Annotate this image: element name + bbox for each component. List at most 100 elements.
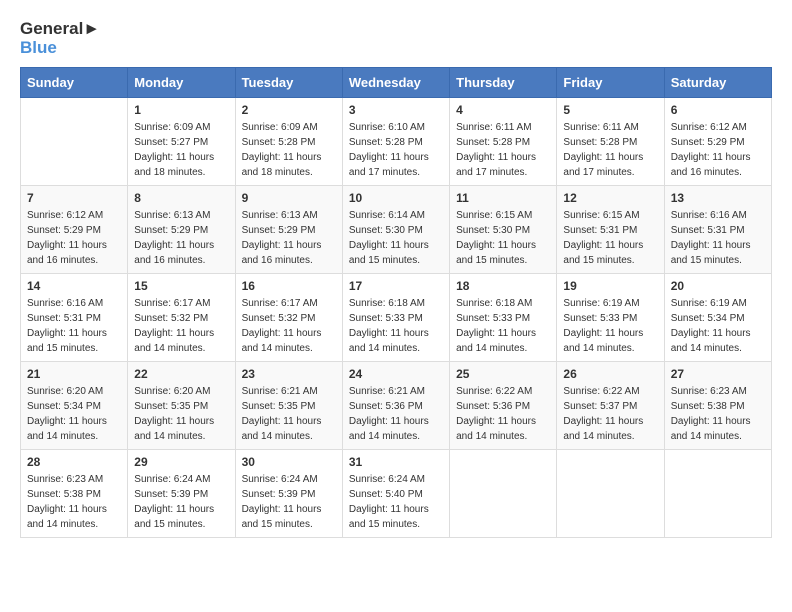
weekday-header: Saturday	[664, 68, 771, 98]
day-number: 18	[456, 279, 550, 293]
day-info: Sunrise: 6:09 AMSunset: 5:27 PMDaylight:…	[134, 120, 228, 180]
day-info: Sunrise: 6:21 AMSunset: 5:36 PMDaylight:…	[349, 384, 443, 444]
day-number: 17	[349, 279, 443, 293]
weekday-header: Tuesday	[235, 68, 342, 98]
day-number: 9	[242, 191, 336, 205]
day-number: 31	[349, 455, 443, 469]
day-number: 23	[242, 367, 336, 381]
day-number: 11	[456, 191, 550, 205]
calendar-cell: 2 Sunrise: 6:09 AMSunset: 5:28 PMDayligh…	[235, 98, 342, 186]
calendar-cell: 26 Sunrise: 6:22 AMSunset: 5:37 PMDaylig…	[557, 362, 664, 450]
calendar-cell: 16 Sunrise: 6:17 AMSunset: 5:32 PMDaylig…	[235, 274, 342, 362]
calendar-cell: 27 Sunrise: 6:23 AMSunset: 5:38 PMDaylig…	[664, 362, 771, 450]
day-info: Sunrise: 6:15 AMSunset: 5:31 PMDaylight:…	[563, 208, 657, 268]
day-number: 8	[134, 191, 228, 205]
calendar-cell: 18 Sunrise: 6:18 AMSunset: 5:33 PMDaylig…	[450, 274, 557, 362]
day-info: Sunrise: 6:23 AMSunset: 5:38 PMDaylight:…	[27, 472, 121, 532]
logo-text-block: General► Blue	[20, 20, 100, 57]
calendar-week-row: 28 Sunrise: 6:23 AMSunset: 5:38 PMDaylig…	[21, 450, 772, 538]
calendar-table: SundayMondayTuesdayWednesdayThursdayFrid…	[20, 67, 772, 538]
calendar-cell: 10 Sunrise: 6:14 AMSunset: 5:30 PMDaylig…	[342, 186, 449, 274]
calendar-cell: 9 Sunrise: 6:13 AMSunset: 5:29 PMDayligh…	[235, 186, 342, 274]
calendar-week-row: 1 Sunrise: 6:09 AMSunset: 5:27 PMDayligh…	[21, 98, 772, 186]
day-info: Sunrise: 6:24 AMSunset: 5:39 PMDaylight:…	[242, 472, 336, 532]
day-info: Sunrise: 6:22 AMSunset: 5:36 PMDaylight:…	[456, 384, 550, 444]
calendar-week-row: 14 Sunrise: 6:16 AMSunset: 5:31 PMDaylig…	[21, 274, 772, 362]
calendar-cell: 31 Sunrise: 6:24 AMSunset: 5:40 PMDaylig…	[342, 450, 449, 538]
day-number: 20	[671, 279, 765, 293]
day-info: Sunrise: 6:19 AMSunset: 5:33 PMDaylight:…	[563, 296, 657, 356]
day-number: 25	[456, 367, 550, 381]
day-number: 16	[242, 279, 336, 293]
day-info: Sunrise: 6:20 AMSunset: 5:35 PMDaylight:…	[134, 384, 228, 444]
calendar-cell: 19 Sunrise: 6:19 AMSunset: 5:33 PMDaylig…	[557, 274, 664, 362]
calendar-cell: 14 Sunrise: 6:16 AMSunset: 5:31 PMDaylig…	[21, 274, 128, 362]
calendar-cell: 22 Sunrise: 6:20 AMSunset: 5:35 PMDaylig…	[128, 362, 235, 450]
day-number: 7	[27, 191, 121, 205]
calendar-cell: 1 Sunrise: 6:09 AMSunset: 5:27 PMDayligh…	[128, 98, 235, 186]
calendar-cell: 5 Sunrise: 6:11 AMSunset: 5:28 PMDayligh…	[557, 98, 664, 186]
calendar-cell: 4 Sunrise: 6:11 AMSunset: 5:28 PMDayligh…	[450, 98, 557, 186]
day-info: Sunrise: 6:14 AMSunset: 5:30 PMDaylight:…	[349, 208, 443, 268]
calendar-cell: 13 Sunrise: 6:16 AMSunset: 5:31 PMDaylig…	[664, 186, 771, 274]
day-info: Sunrise: 6:12 AMSunset: 5:29 PMDaylight:…	[671, 120, 765, 180]
calendar-cell: 23 Sunrise: 6:21 AMSunset: 5:35 PMDaylig…	[235, 362, 342, 450]
logo: General► Blue	[20, 20, 100, 57]
calendar-week-row: 7 Sunrise: 6:12 AMSunset: 5:29 PMDayligh…	[21, 186, 772, 274]
calendar-cell	[664, 450, 771, 538]
day-info: Sunrise: 6:13 AMSunset: 5:29 PMDaylight:…	[242, 208, 336, 268]
day-number: 1	[134, 103, 228, 117]
calendar-cell: 29 Sunrise: 6:24 AMSunset: 5:39 PMDaylig…	[128, 450, 235, 538]
calendar-cell: 15 Sunrise: 6:17 AMSunset: 5:32 PMDaylig…	[128, 274, 235, 362]
day-info: Sunrise: 6:15 AMSunset: 5:30 PMDaylight:…	[456, 208, 550, 268]
day-info: Sunrise: 6:24 AMSunset: 5:39 PMDaylight:…	[134, 472, 228, 532]
calendar-cell: 8 Sunrise: 6:13 AMSunset: 5:29 PMDayligh…	[128, 186, 235, 274]
day-number: 12	[563, 191, 657, 205]
day-number: 19	[563, 279, 657, 293]
day-info: Sunrise: 6:11 AMSunset: 5:28 PMDaylight:…	[563, 120, 657, 180]
day-info: Sunrise: 6:24 AMSunset: 5:40 PMDaylight:…	[349, 472, 443, 532]
calendar-cell: 24 Sunrise: 6:21 AMSunset: 5:36 PMDaylig…	[342, 362, 449, 450]
logo-general: General►	[20, 20, 100, 39]
day-info: Sunrise: 6:17 AMSunset: 5:32 PMDaylight:…	[242, 296, 336, 356]
page-header: General► Blue	[20, 20, 772, 57]
day-info: Sunrise: 6:16 AMSunset: 5:31 PMDaylight:…	[671, 208, 765, 268]
day-number: 3	[349, 103, 443, 117]
calendar-cell	[450, 450, 557, 538]
day-number: 22	[134, 367, 228, 381]
day-number: 13	[671, 191, 765, 205]
day-number: 29	[134, 455, 228, 469]
day-number: 10	[349, 191, 443, 205]
calendar-cell: 21 Sunrise: 6:20 AMSunset: 5:34 PMDaylig…	[21, 362, 128, 450]
day-number: 6	[671, 103, 765, 117]
calendar-cell: 3 Sunrise: 6:10 AMSunset: 5:28 PMDayligh…	[342, 98, 449, 186]
day-info: Sunrise: 6:19 AMSunset: 5:34 PMDaylight:…	[671, 296, 765, 356]
day-info: Sunrise: 6:11 AMSunset: 5:28 PMDaylight:…	[456, 120, 550, 180]
calendar-cell: 11 Sunrise: 6:15 AMSunset: 5:30 PMDaylig…	[450, 186, 557, 274]
calendar-cell: 7 Sunrise: 6:12 AMSunset: 5:29 PMDayligh…	[21, 186, 128, 274]
day-info: Sunrise: 6:16 AMSunset: 5:31 PMDaylight:…	[27, 296, 121, 356]
weekday-header-row: SundayMondayTuesdayWednesdayThursdayFrid…	[21, 68, 772, 98]
day-info: Sunrise: 6:17 AMSunset: 5:32 PMDaylight:…	[134, 296, 228, 356]
day-number: 14	[27, 279, 121, 293]
day-number: 21	[27, 367, 121, 381]
calendar-cell: 25 Sunrise: 6:22 AMSunset: 5:36 PMDaylig…	[450, 362, 557, 450]
logo-blue: Blue	[20, 39, 100, 58]
weekday-header: Monday	[128, 68, 235, 98]
calendar-cell	[21, 98, 128, 186]
day-info: Sunrise: 6:12 AMSunset: 5:29 PMDaylight:…	[27, 208, 121, 268]
weekday-header: Sunday	[21, 68, 128, 98]
day-number: 30	[242, 455, 336, 469]
day-info: Sunrise: 6:23 AMSunset: 5:38 PMDaylight:…	[671, 384, 765, 444]
day-info: Sunrise: 6:09 AMSunset: 5:28 PMDaylight:…	[242, 120, 336, 180]
calendar-cell: 6 Sunrise: 6:12 AMSunset: 5:29 PMDayligh…	[664, 98, 771, 186]
weekday-header: Friday	[557, 68, 664, 98]
calendar-week-row: 21 Sunrise: 6:20 AMSunset: 5:34 PMDaylig…	[21, 362, 772, 450]
calendar-cell: 30 Sunrise: 6:24 AMSunset: 5:39 PMDaylig…	[235, 450, 342, 538]
calendar-cell: 12 Sunrise: 6:15 AMSunset: 5:31 PMDaylig…	[557, 186, 664, 274]
day-number: 27	[671, 367, 765, 381]
calendar-cell: 17 Sunrise: 6:18 AMSunset: 5:33 PMDaylig…	[342, 274, 449, 362]
weekday-header: Wednesday	[342, 68, 449, 98]
day-number: 24	[349, 367, 443, 381]
day-info: Sunrise: 6:10 AMSunset: 5:28 PMDaylight:…	[349, 120, 443, 180]
